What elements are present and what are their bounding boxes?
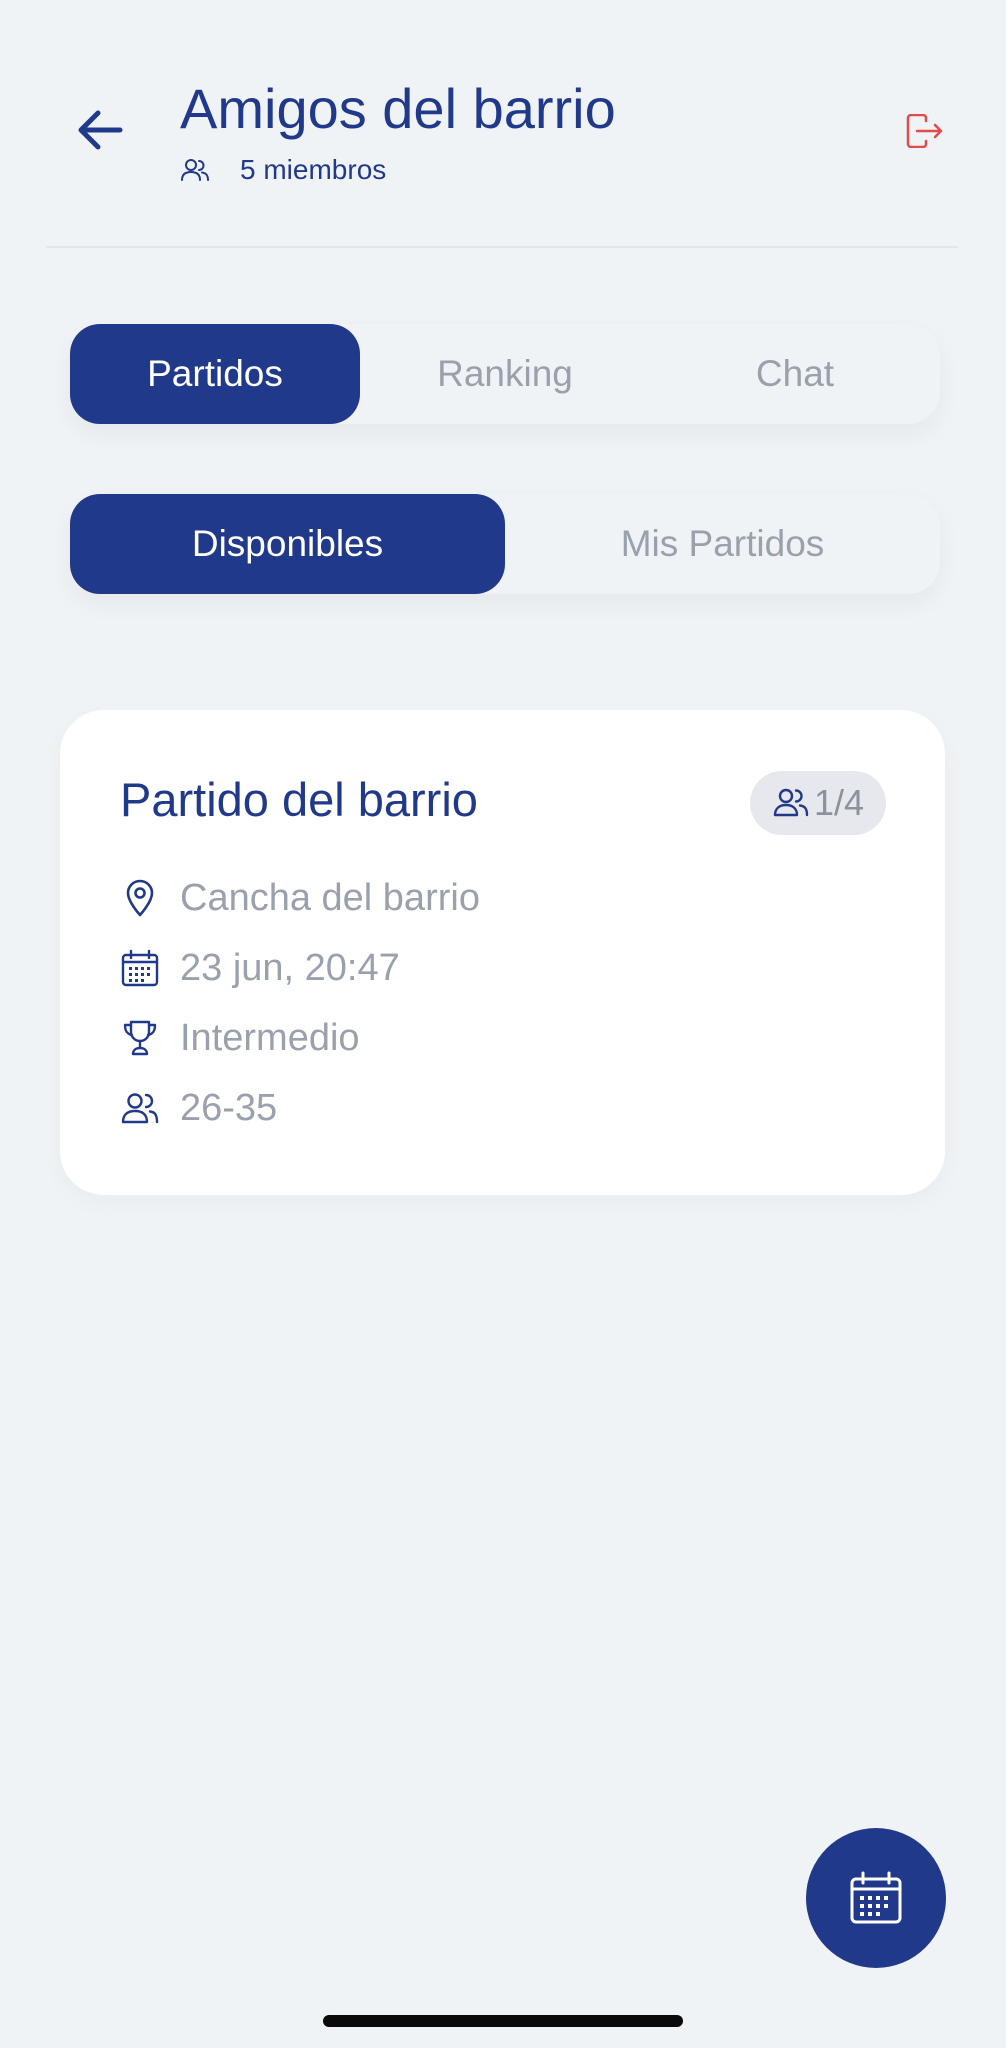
tab-ranking[interactable]: Ranking [360, 324, 650, 424]
tab-disponibles[interactable]: Disponibles [70, 494, 505, 594]
tab-mis-partidos[interactable]: Mis Partidos [505, 494, 940, 594]
players-count: 1/4 [813, 782, 865, 823]
tab-chat[interactable]: Chat [650, 324, 940, 424]
match-filter-tabs: Disponibles Mis Partidos [70, 494, 940, 594]
tab-partidos[interactable]: Partidos [70, 324, 360, 424]
level-text: Intermedio [180, 1016, 360, 1059]
datetime-text: 23 jun, 20:47 [180, 946, 400, 989]
match-datetime: 23 jun, 20:47 [120, 944, 400, 992]
leave-group-button[interactable] [904, 110, 946, 152]
calendar-icon [120, 948, 160, 988]
match-level: Intermedio [120, 1014, 360, 1062]
back-button[interactable] [70, 100, 130, 160]
members-label: 5 miembros [240, 154, 387, 185]
match-location: Cancha del barrio [120, 874, 480, 922]
age-range-text: 26-35 [180, 1086, 278, 1129]
arrow-left-icon [78, 110, 123, 150]
home-indicator[interactable] [323, 2015, 683, 2027]
users-icon [772, 787, 810, 819]
players-badge: 1/4 [750, 771, 886, 835]
trophy-icon [120, 1018, 160, 1058]
logout-icon [906, 114, 943, 148]
location-pin-icon [120, 878, 160, 918]
header-divider [46, 246, 958, 248]
match-card[interactable]: Partido del barrio 1/4 Cancha del barrio [60, 710, 945, 1195]
members-count: 5 miembros [180, 152, 386, 188]
page-title: Amigos del barrio [180, 77, 616, 140]
header: Amigos del barrio 5 miembros [0, 0, 1006, 247]
main-tabs: Partidos Ranking Chat [70, 324, 940, 424]
users-icon [180, 158, 210, 182]
calendar-icon [850, 1871, 902, 1924]
users-icon [120, 1088, 160, 1128]
create-match-button[interactable] [806, 1828, 946, 1968]
match-title: Partido del barrio [120, 773, 478, 826]
match-age-range: 26-35 [120, 1084, 277, 1132]
location-text: Cancha del barrio [180, 876, 480, 919]
